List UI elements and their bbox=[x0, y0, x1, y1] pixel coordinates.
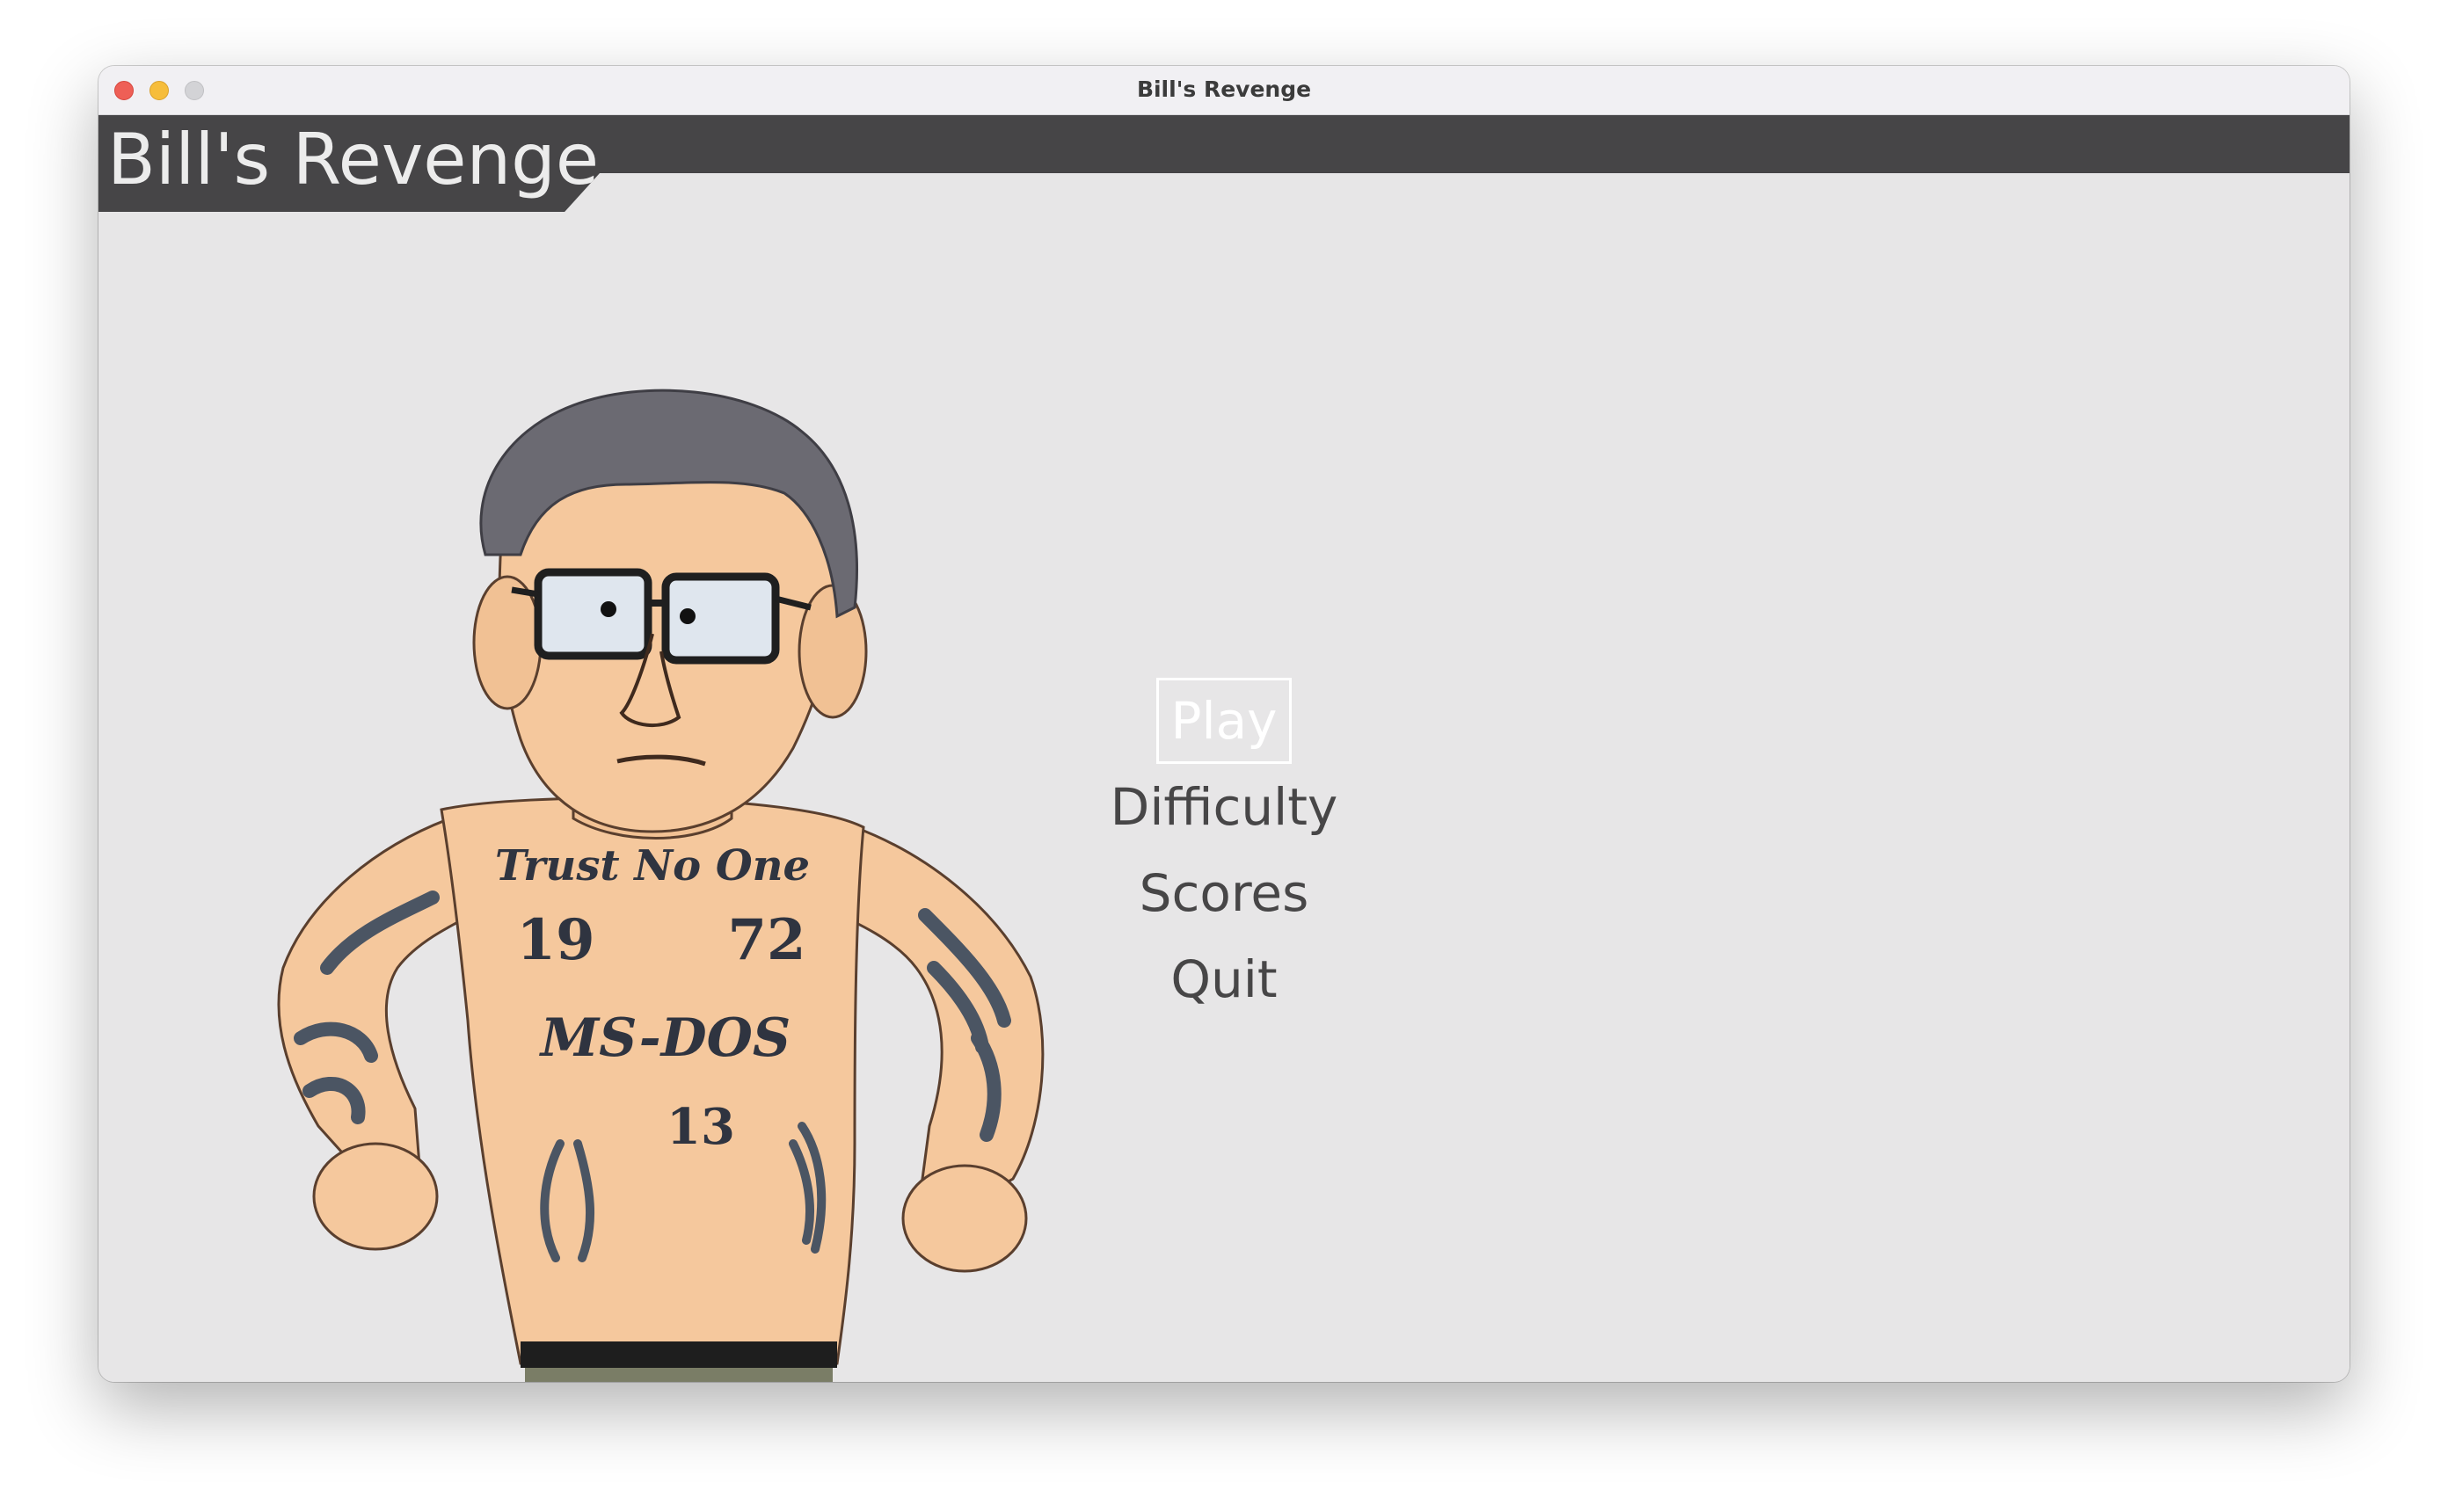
app-window: Bill's Revenge Bill's Revenge Trust No O… bbox=[98, 66, 2350, 1382]
pants bbox=[525, 1368, 833, 1382]
belt bbox=[521, 1341, 837, 1368]
menu-quit-button[interactable]: Quit bbox=[1158, 936, 1289, 1022]
chest-tattoo-year-left: 19 bbox=[516, 907, 594, 973]
left-ear bbox=[472, 575, 543, 710]
window-title: Bill's Revenge bbox=[1136, 76, 1312, 102]
menu-play-button[interactable]: Play bbox=[1155, 678, 1293, 764]
belly-tattoo-text: MS-DOS bbox=[539, 1007, 790, 1069]
left-fist bbox=[312, 1142, 439, 1251]
title-bar[interactable]: Bill's Revenge bbox=[98, 66, 2350, 115]
game-canvas: Bill's Revenge Trust No One 19 72 MS-DOS… bbox=[98, 115, 2350, 1382]
right-fist bbox=[901, 1164, 1028, 1273]
chest-tattoo-text: Trust No One bbox=[495, 841, 810, 890]
chest-tattoo-year-right: 72 bbox=[727, 907, 805, 973]
main-menu: Play Difficulty Scores Quit bbox=[1048, 678, 1400, 1022]
character-illustration: Trust No One 19 72 MS-DOS 13 bbox=[277, 389, 1045, 1382]
left-pupil bbox=[601, 601, 616, 617]
title-tab: Bill's Revenge bbox=[98, 115, 600, 212]
menu-difficulty-button[interactable]: Difficulty bbox=[1098, 764, 1351, 850]
belly-tattoo-number: 13 bbox=[667, 1098, 735, 1156]
glasses-left-lens bbox=[534, 568, 652, 660]
glasses-left-arm bbox=[511, 586, 539, 598]
menu-scores-button[interactable]: Scores bbox=[1127, 850, 1322, 936]
right-pupil bbox=[680, 608, 696, 624]
game-title: Bill's Revenge bbox=[107, 119, 600, 200]
